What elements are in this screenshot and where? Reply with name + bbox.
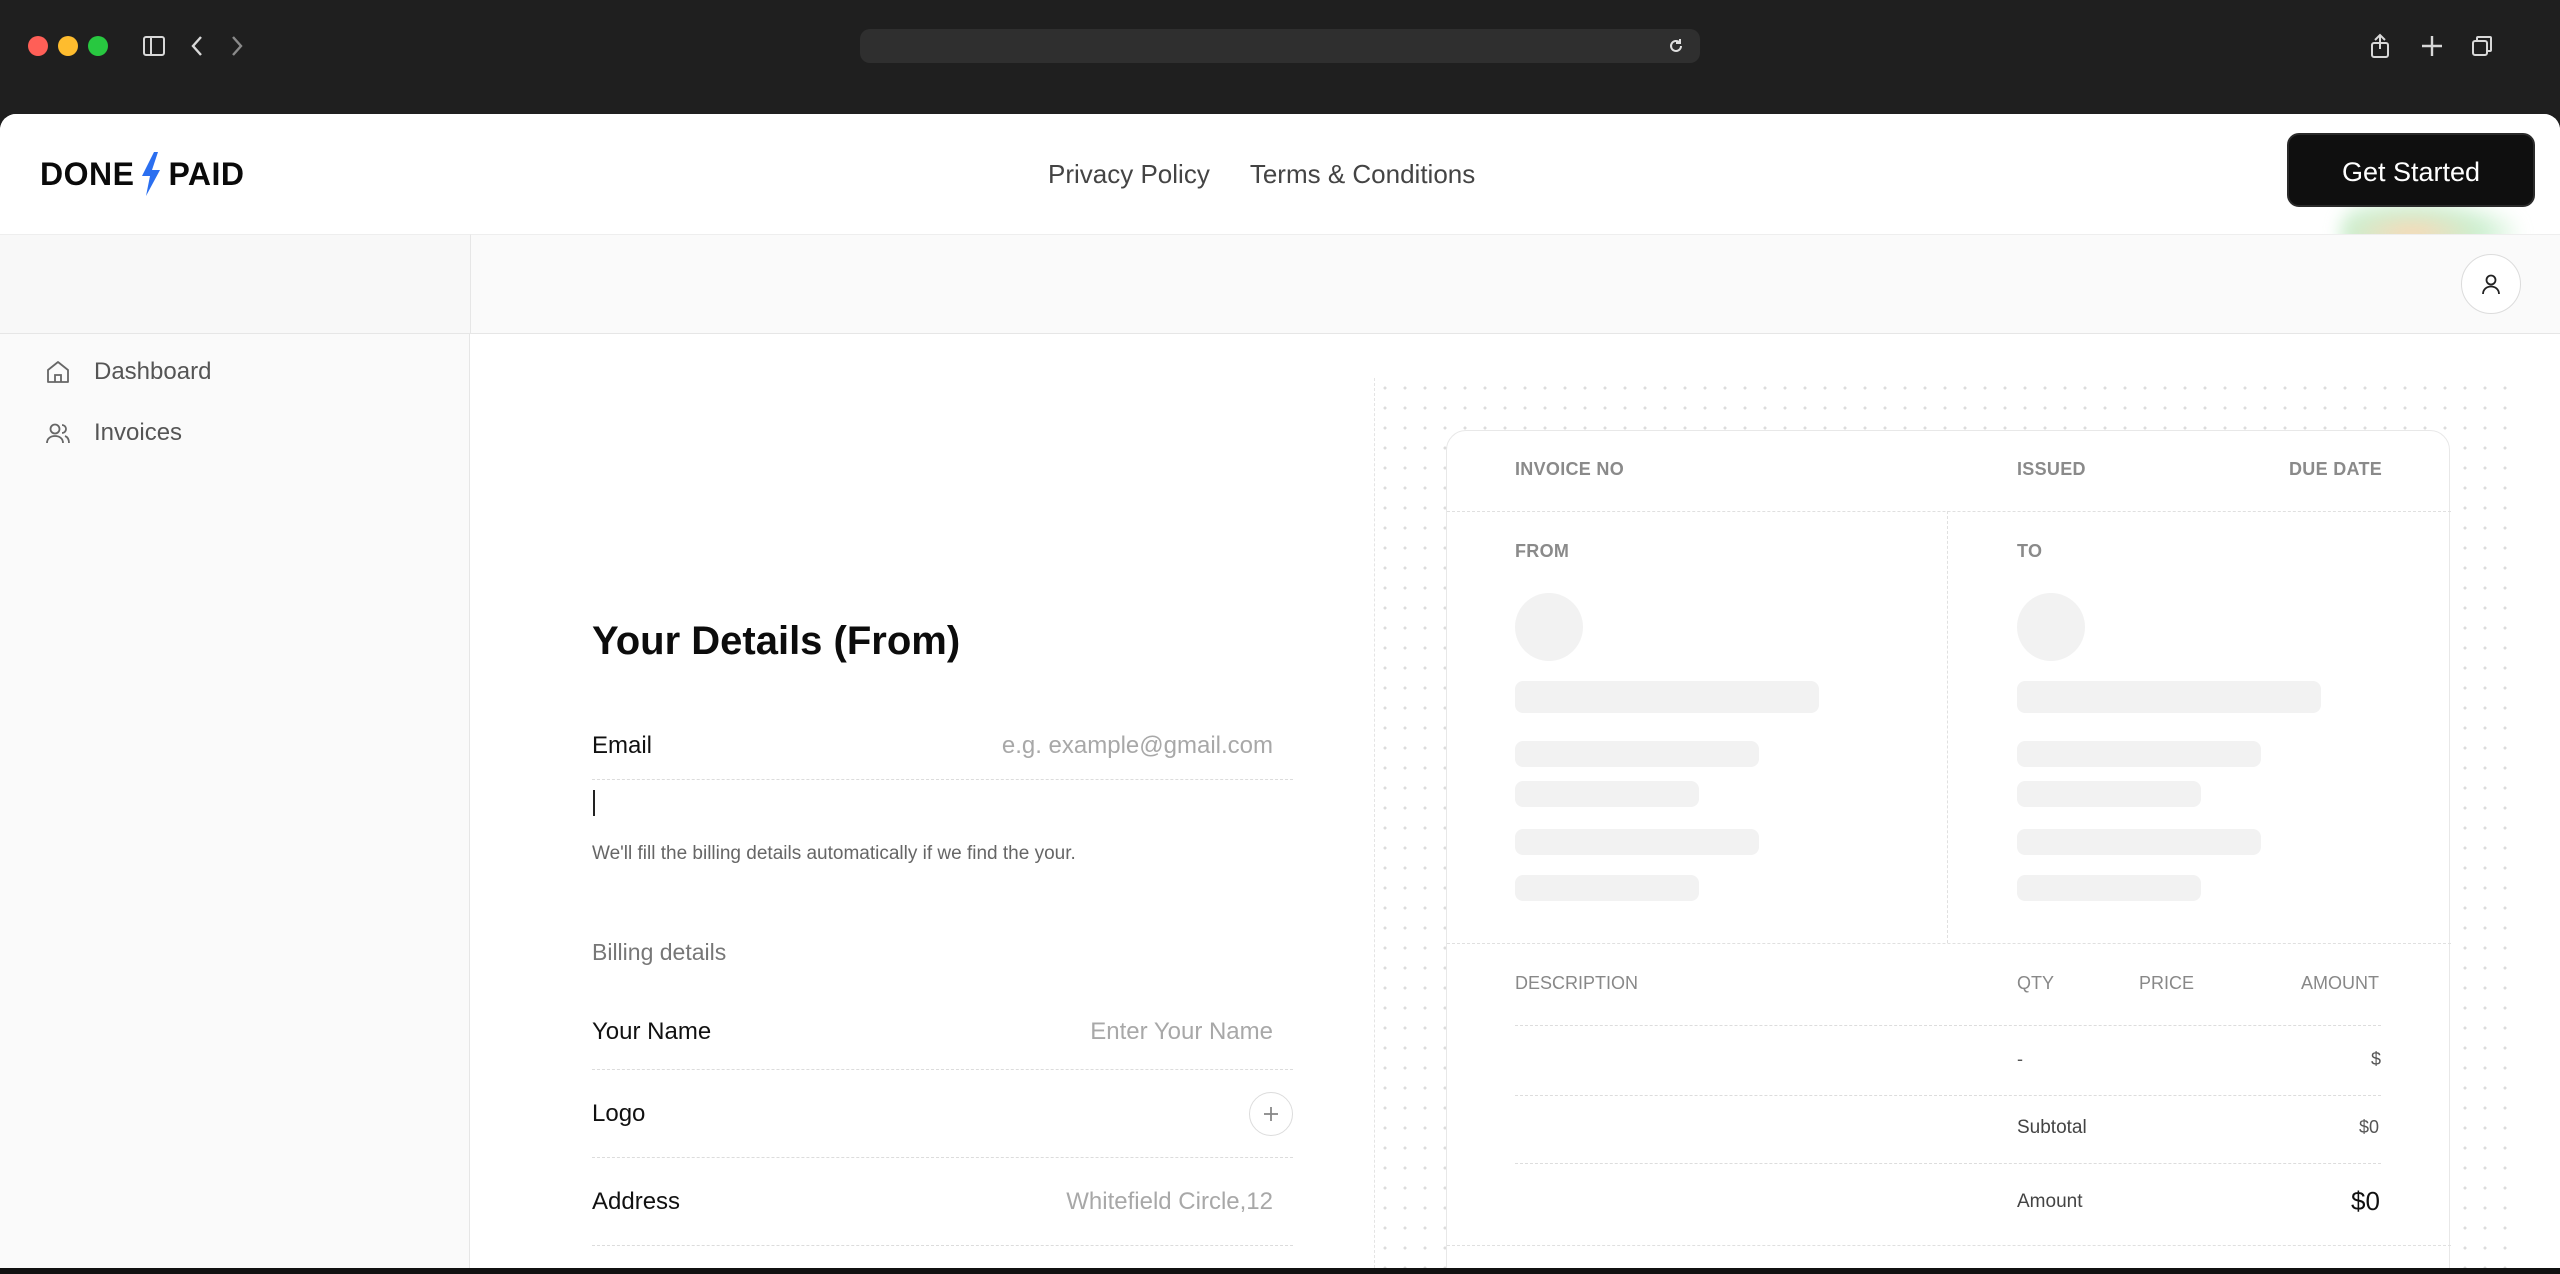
sidebar-item-invoices[interactable]: Invoices (44, 419, 182, 447)
table-divider (1515, 1095, 2381, 1096)
to-avatar-skeleton (2017, 593, 2085, 661)
user-profile-button[interactable] (2461, 254, 2521, 314)
email-placeholder: e.g. example@gmail.com (1001, 731, 1273, 759)
email-field[interactable]: Email e.g. example@gmail.com (592, 712, 1293, 780)
from-avatar-skeleton (1515, 593, 1583, 661)
sidebar-item-label: Dashboard (94, 358, 212, 385)
zoom-window-button[interactable] (88, 36, 108, 56)
to-skeleton-line (2017, 681, 2321, 713)
bolt-icon (142, 152, 161, 196)
invoice-preview: INVOICE NO ISSUED DUE DATE FROM TO DESCR… (1446, 430, 2451, 1274)
table-divider (1515, 1163, 2381, 1164)
brand-logo[interactable]: DONE PAID (40, 152, 245, 196)
price-column-header: PRICE (2139, 973, 2195, 993)
sidebar-header (0, 234, 470, 334)
divider (1447, 943, 2451, 944)
minimize-window-button[interactable] (58, 36, 78, 56)
logo-text-left: DONE (40, 155, 135, 192)
nav-links: Privacy Policy Terms & Conditions (1048, 156, 1475, 192)
your-name-field[interactable]: Your Name Enter Your Name (592, 994, 1293, 1070)
from-skeleton-line (1515, 781, 1699, 807)
close-window-button[interactable] (28, 36, 48, 56)
sidebar-item-label: Invoices (94, 419, 183, 446)
to-skeleton-line (2017, 781, 2201, 807)
logo-text-right: PAID (168, 155, 245, 192)
content-header (470, 234, 2560, 334)
email-label: Email (592, 731, 653, 759)
item-qty: - (2017, 1049, 2023, 1069)
divider (1447, 511, 2451, 512)
amount-label: Amount (2017, 1191, 2083, 1212)
reload-icon[interactable] (1666, 32, 1686, 63)
name-placeholder: Enter Your Name (1090, 1017, 1273, 1045)
email-hint: We'll fill the billing details automatic… (592, 843, 1076, 864)
forward-icon[interactable] (218, 28, 254, 64)
address-bar[interactable] (860, 29, 1700, 63)
users-icon (46, 423, 70, 444)
browser-toolbar (0, 0, 2560, 114)
sidebar: Dashboard Invoices (0, 334, 470, 1268)
amount-column-header: AMOUNT (2301, 973, 2379, 993)
form-title-visible: Your Details (From) (592, 619, 961, 663)
address-field[interactable]: Address Whitefield Circle,12 (592, 1158, 1293, 1246)
subtotal-label: Subtotal (2017, 1117, 2087, 1138)
to-label: TO (2017, 541, 2043, 561)
home-icon (47, 361, 69, 383)
billing-details-heading: Billing details (592, 939, 727, 965)
window-bottom-edge (0, 1268, 2560, 1274)
name-label: Your Name (592, 1017, 712, 1045)
to-skeleton-line (2017, 875, 2201, 901)
terms-conditions-link[interactable]: Terms & Conditions (1250, 156, 1475, 192)
from-skeleton-line (1515, 741, 1759, 767)
address-label: Address (592, 1187, 681, 1215)
invoice-no-label: INVOICE NO (1515, 459, 1625, 479)
issued-label: ISSUED (2017, 459, 2086, 479)
table-divider (1515, 1025, 2381, 1026)
back-icon[interactable] (180, 28, 216, 64)
get-started-button[interactable]: Get Started (2287, 133, 2535, 207)
privacy-policy-link[interactable]: Privacy Policy (1048, 156, 1210, 192)
divider-vertical (1947, 511, 1948, 943)
item-amount: $ (2371, 1049, 2382, 1069)
tab-overview-icon[interactable] (2464, 28, 2500, 64)
logo-label: Logo (592, 1099, 646, 1127)
from-skeleton-line (1515, 829, 1759, 855)
from-label: FROM (1515, 541, 1570, 561)
qty-column-header: QTY (2017, 973, 2055, 993)
amount-total-value: $0 (2351, 1186, 2380, 1216)
new-tab-icon[interactable] (2414, 28, 2450, 64)
text-cursor (593, 790, 595, 816)
share-icon[interactable] (2362, 28, 2398, 64)
to-skeleton-line (2017, 741, 2261, 767)
divider (1447, 1245, 2451, 1246)
due-date-label: DUE DATE (2289, 459, 2383, 479)
to-skeleton-line (2017, 829, 2261, 855)
from-skeleton-line (1515, 681, 1819, 713)
address-placeholder: Whitefield Circle,12 (1066, 1187, 1273, 1215)
add-logo-button[interactable] (1249, 1091, 1293, 1136)
sidebar-item-dashboard[interactable]: Dashboard (44, 358, 211, 386)
subtotal-value: $0 (2359, 1117, 2380, 1137)
plus-icon (1264, 1106, 1278, 1121)
logo-field: Logo (592, 1070, 1293, 1158)
top-navigation: DONE PAID Privacy Policy Terms & Conditi… (0, 114, 2560, 268)
description-column-header: DESCRIPTION (1515, 973, 1639, 993)
user-icon (2482, 274, 2500, 295)
sidebar-toggle-icon[interactable] (136, 28, 172, 64)
from-skeleton-line (1515, 875, 1699, 901)
